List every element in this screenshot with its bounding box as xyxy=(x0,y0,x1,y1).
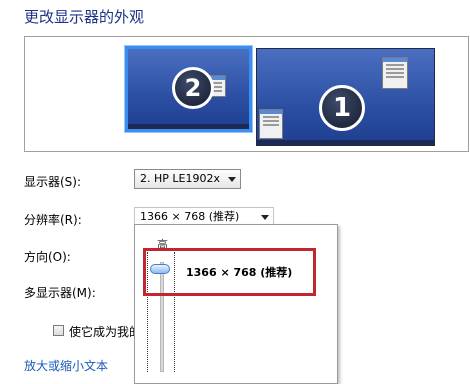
resolution-select-value: 1366 × 768 (推荐) xyxy=(140,210,240,223)
mini-window-icon xyxy=(382,57,408,89)
display-label: 显示器(S): xyxy=(24,175,82,189)
monitor-2-preview[interactable]: 2 xyxy=(125,46,252,132)
orientation-label: 方向(O): xyxy=(24,250,71,264)
monitor-2-taskbar xyxy=(128,124,249,129)
multiple-displays-label: 多显示器(M): xyxy=(24,286,96,300)
monitor-1-preview[interactable]: 1 xyxy=(256,48,435,146)
resolution-label: 分辨率(R): xyxy=(24,213,82,227)
chevron-down-icon xyxy=(228,177,236,182)
monitor-1-taskbar xyxy=(257,140,434,145)
primary-display-checkbox-label: 使它成为我的 xyxy=(69,325,142,339)
text-size-link[interactable]: 放大或缩小文本 xyxy=(24,357,108,374)
monitor-2-number: 2 xyxy=(172,67,214,109)
red-highlight-box xyxy=(143,248,316,296)
mini-window-icon xyxy=(259,109,283,139)
monitor-preview-area: 2 1 xyxy=(24,36,469,152)
display-select[interactable]: 2. HP LE1902x xyxy=(134,169,241,189)
primary-display-checkbox[interactable] xyxy=(53,325,64,336)
monitor-1-number: 1 xyxy=(319,85,365,131)
chevron-down-icon xyxy=(261,215,269,220)
display-select-value: 2. HP LE1902x xyxy=(140,172,220,185)
page-heading: 更改显示器的外观 xyxy=(24,8,145,26)
